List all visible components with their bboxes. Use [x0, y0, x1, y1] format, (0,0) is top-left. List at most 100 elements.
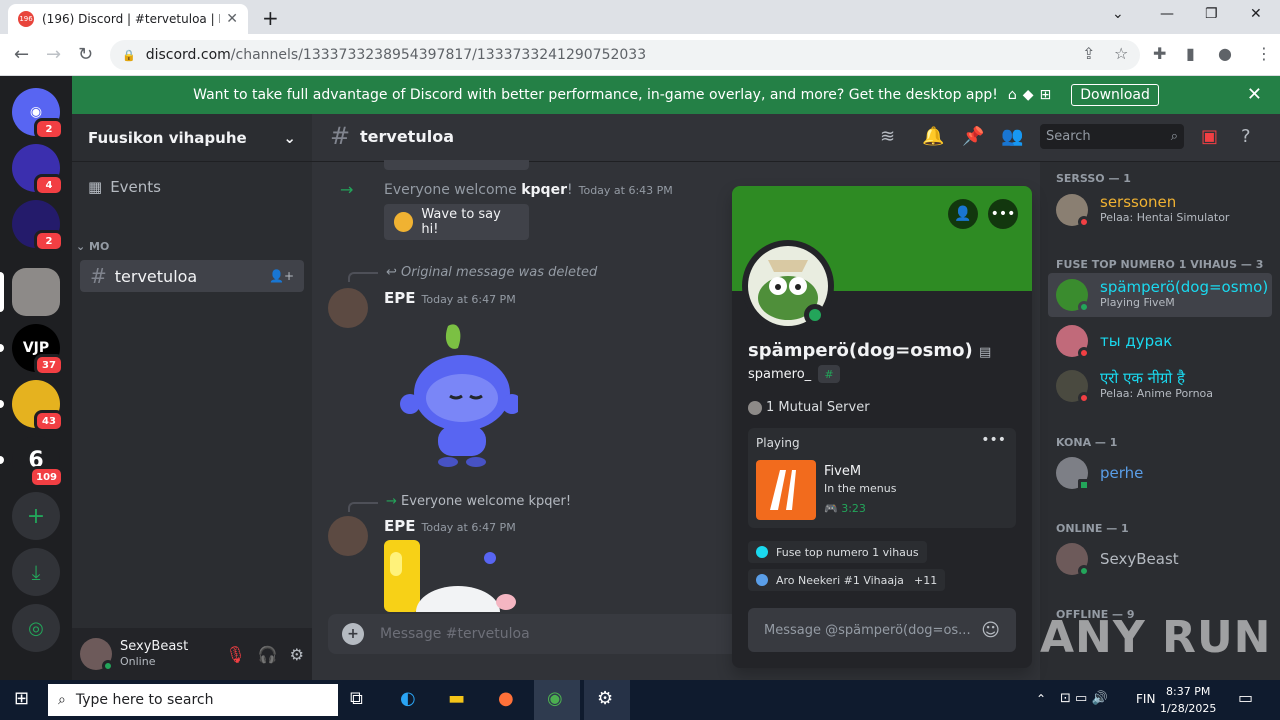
member-item[interactable]: perhe: [1048, 451, 1272, 495]
chrome-menu-icon[interactable]: ⋮: [1256, 44, 1272, 63]
member-item[interactable]: SexyBeast: [1048, 537, 1272, 581]
restore-icon[interactable]: ❐: [1205, 6, 1218, 22]
member-name: spämperö(dog=osmo): [1100, 278, 1269, 296]
channel-item-tervetuloa[interactable]: # tervetuloa 👤+: [80, 260, 304, 292]
taskbar-search[interactable]: ⌕ Type here to search: [48, 684, 338, 716]
server-icon-4[interactable]: VJP 37: [12, 324, 64, 376]
reply-spine: [348, 272, 378, 282]
member-name: serssonen: [1100, 193, 1177, 211]
user-name: SexyBeast: [120, 639, 189, 654]
reply-preview[interactable]: ↩ Original message was deleted: [386, 265, 597, 280]
channel-category[interactable]: ⌄ MO: [76, 240, 109, 253]
more-roles-button[interactable]: +11: [906, 569, 946, 591]
forward-icon[interactable]: →: [46, 44, 61, 65]
bell-icon[interactable]: 🔔: [922, 126, 944, 147]
edge-icon[interactable]: ◐: [400, 688, 416, 709]
role-name: Fuse top numero 1 vihaus: [776, 545, 919, 559]
profile-message-input[interactable]: Message @spämperö(dog=os... ☺: [748, 608, 1016, 652]
clock[interactable]: 8:37 PM 1/28/2025: [1160, 683, 1216, 717]
profile-icon[interactable]: ●: [1218, 44, 1232, 63]
member-item[interactable]: ты дурак: [1048, 319, 1272, 363]
lock-icon: 🔒: [122, 48, 136, 62]
gear-icon[interactable]: ⚙: [290, 645, 304, 664]
extensions-icon[interactable]: ✚: [1153, 44, 1166, 63]
member-item[interactable]: एरो एक नीग्रो है Pelaa: Anime Pornoa: [1048, 364, 1272, 408]
search-input[interactable]: Search ⌕: [1040, 124, 1184, 149]
tray-chevron-icon[interactable]: ⌃: [1036, 692, 1046, 706]
file-explorer-icon[interactable]: ▬: [448, 688, 465, 709]
emoji-icon[interactable]: ☺: [981, 620, 1000, 641]
new-tab-icon[interactable]: +: [262, 6, 279, 30]
display-name-text: spämperö(dog=osmo): [748, 340, 973, 361]
mutual-servers[interactable]: 1 Mutual Server: [748, 400, 870, 415]
server-icon-6[interactable]: 6 109: [12, 436, 64, 488]
server-icon-1[interactable]: 4: [12, 144, 64, 196]
note-icon[interactable]: ▤: [979, 345, 991, 360]
close-tab-icon[interactable]: ✕: [226, 11, 238, 27]
inbox-icon[interactable]: ▣: [1201, 126, 1218, 147]
firefox-icon[interactable]: ●: [498, 688, 514, 709]
server-badge: 4: [34, 174, 64, 196]
activity-more-icon[interactable]: •••: [981, 432, 1006, 448]
channel-label: tervetuloa: [114, 266, 198, 286]
side-panel-icon[interactable]: ▮: [1186, 44, 1195, 63]
member-list-icon[interactable]: 👥: [1001, 126, 1023, 147]
minimize-icon[interactable]: —: [1160, 6, 1174, 22]
headphones-icon[interactable]: 🎧: [258, 645, 278, 664]
tab-search-icon[interactable]: ⌄: [1112, 6, 1124, 22]
online-status-icon: [804, 304, 826, 326]
notifications-icon[interactable]: ▭: [1238, 688, 1253, 707]
server-icon-5[interactable]: 43: [12, 380, 64, 432]
wave-button[interactable]: Wave to say hi!: [384, 204, 529, 240]
author-name[interactable]: EPE: [384, 517, 416, 535]
avatar[interactable]: [80, 638, 114, 672]
member-item[interactable]: serssonen Pelaa: Hentai Simulator: [1048, 188, 1272, 232]
member-item-selected[interactable]: spämperö(dog=osmo) Playing FiveM: [1048, 273, 1272, 317]
settings-taskbar-item[interactable]: ⚙: [584, 680, 630, 720]
pin-icon[interactable]: 📌: [962, 126, 984, 147]
reload-icon[interactable]: ↻: [78, 44, 93, 65]
back-icon[interactable]: ←: [14, 44, 29, 65]
download-apps-icon[interactable]: ⤓: [12, 548, 60, 596]
attach-plus-icon[interactable]: +: [342, 623, 364, 645]
explore-servers-icon[interactable]: ◎: [12, 604, 60, 652]
close-banner-icon[interactable]: ✕: [1247, 84, 1262, 105]
close-window-icon[interactable]: ✕: [1250, 6, 1262, 22]
add-server-icon[interactable]: +: [12, 492, 60, 540]
composer-placeholder: Message #tervetuloa: [380, 626, 530, 642]
download-button[interactable]: Download: [1071, 84, 1159, 106]
task-view-icon[interactable]: ⧉: [350, 688, 363, 709]
server-mini-icon: [748, 400, 762, 415]
chrome-taskbar-item[interactable]: ◉: [534, 680, 580, 720]
mic-muted-icon[interactable]: 🎙: [225, 645, 245, 664]
author-name[interactable]: EPE: [384, 289, 416, 307]
url-input[interactable]: 🔒 discord.com/channels/13337332389543978…: [110, 40, 1140, 70]
member-name: एरो एक नीग्रो है: [1100, 369, 1185, 387]
reply-preview[interactable]: → Everyone welcome kpqer!: [386, 494, 571, 509]
discord-home-icon[interactable]: ◉ 2: [12, 88, 64, 140]
events-item[interactable]: ▦ Events: [88, 178, 161, 196]
share-icon[interactable]: ⇪: [1082, 44, 1095, 63]
tray-icons[interactable]: ⊡ ▭ 🔊: [1060, 691, 1108, 706]
joined-user[interactable]: kpqer: [521, 182, 567, 198]
more-options-icon[interactable]: •••: [988, 199, 1018, 229]
server-header[interactable]: Fuusikon vihapuhe ⌄: [72, 114, 312, 162]
avatar[interactable]: [328, 288, 368, 328]
message-composer[interactable]: + Message #tervetuloa: [328, 614, 748, 654]
member-activity: Pelaa: Hentai Simulator: [1100, 211, 1230, 224]
bookmark-star-icon[interactable]: ☆: [1114, 44, 1128, 63]
gamepad-icon: 🎮: [824, 502, 838, 515]
server-icon-active[interactable]: [12, 268, 60, 316]
threads-icon[interactable]: ≋: [880, 126, 895, 147]
avatar[interactable]: [328, 516, 368, 556]
wave-label: Wave to say hi!: [421, 207, 501, 237]
sys-text: Everyone welcome: [384, 182, 522, 198]
search-icon: ⌕: [1170, 129, 1178, 144]
add-friend-icon[interactable]: 👤: [948, 199, 978, 229]
browser-tab[interactable]: 196 (196) Discord | #tervetuloa | Fuu ✕: [8, 4, 248, 34]
language-indicator[interactable]: FIN: [1136, 692, 1155, 706]
invite-icon[interactable]: 👤+: [269, 269, 294, 283]
windows-start-icon[interactable]: ⊞: [14, 688, 29, 709]
server-icon-2[interactable]: 2: [12, 200, 64, 252]
help-icon[interactable]: ?: [1241, 126, 1251, 147]
